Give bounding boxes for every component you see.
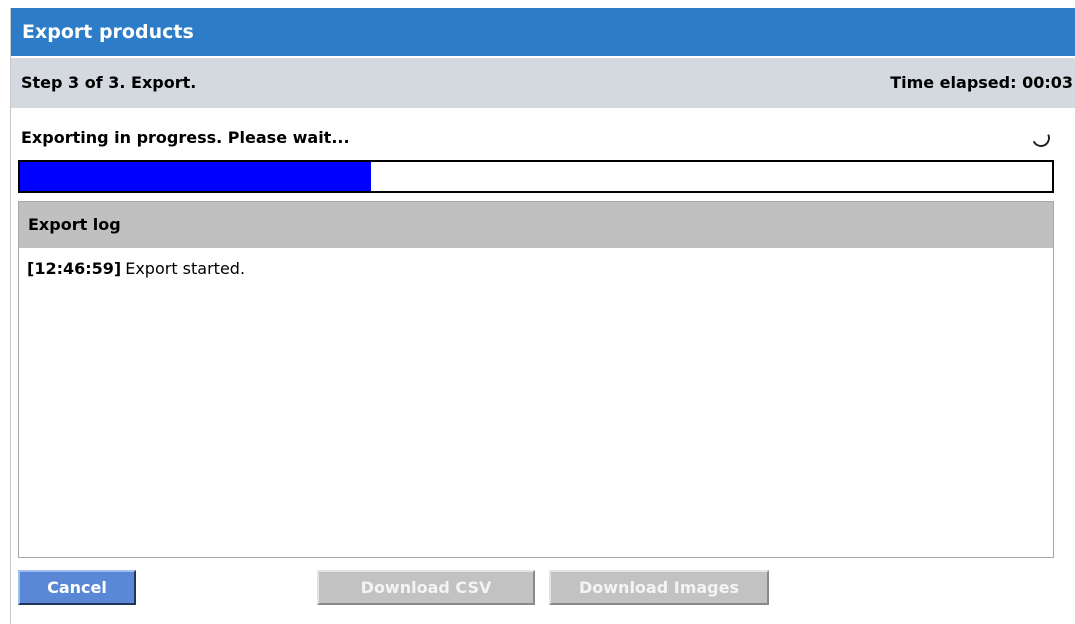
log-entry-time: [12:46:59] bbox=[27, 259, 122, 278]
progress-bar bbox=[18, 160, 1054, 193]
export-products-dialog: Export products Step 3 of 3. Export. Tim… bbox=[10, 8, 1075, 624]
download-csv-button[interactable]: Download CSV bbox=[317, 570, 535, 605]
log-entry-message: Export started. bbox=[125, 259, 246, 278]
log-entry: [12:46:59] Export started. bbox=[27, 256, 1053, 282]
cancel-button[interactable]: Cancel bbox=[18, 570, 136, 605]
progress-fill bbox=[20, 162, 371, 191]
export-log-panel: Export log [12:46:59] Export started. bbox=[18, 201, 1054, 558]
step-bar: Step 3 of 3. Export. Time elapsed: 00:03 bbox=[11, 58, 1075, 108]
download-images-button[interactable]: Download Images bbox=[549, 570, 769, 605]
export-log-header: Export log bbox=[19, 202, 1053, 248]
loading-spinner-icon bbox=[1029, 126, 1053, 150]
dialog-title: Export products bbox=[11, 8, 1075, 56]
export-log-body: [12:46:59] Export started. bbox=[19, 248, 1053, 282]
status-message: Exporting in progress. Please wait... bbox=[21, 128, 350, 147]
time-elapsed: Time elapsed: 00:03 bbox=[890, 73, 1073, 92]
status-row: Exporting in progress. Please wait... bbox=[11, 120, 1075, 156]
step-indicator: Step 3 of 3. Export. bbox=[21, 73, 197, 92]
